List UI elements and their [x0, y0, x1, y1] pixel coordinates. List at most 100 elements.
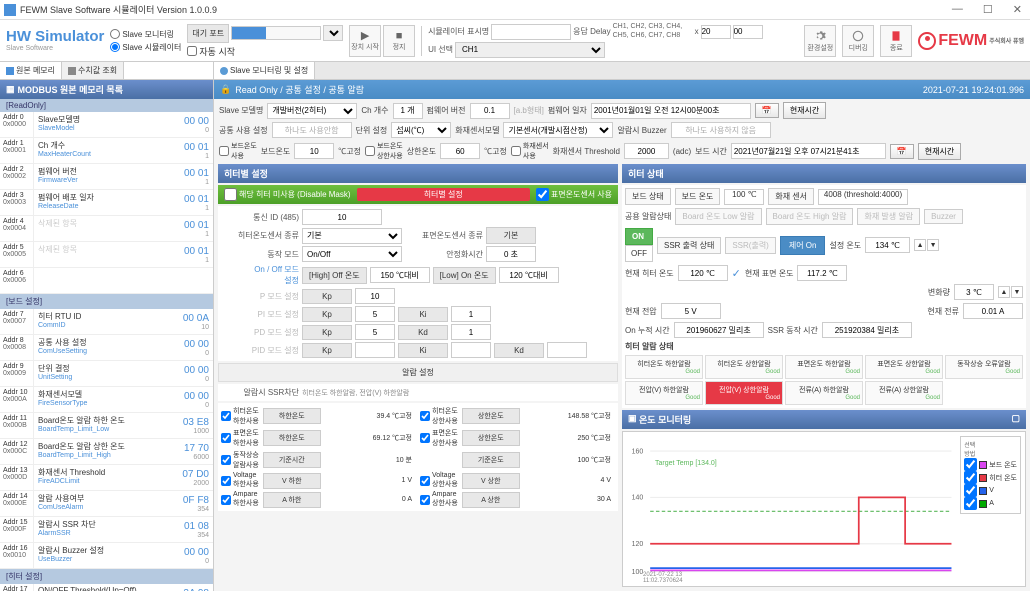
maximize-icon[interactable]: ☐ — [979, 3, 997, 16]
heater-sensor-select[interactable]: 기본 — [302, 228, 402, 244]
addr-row[interactable]: Addr 50x0005 삭제된 항목 00 011 — [0, 242, 213, 268]
surf-temp — [797, 265, 847, 281]
up-icon[interactable]: ▲ — [914, 239, 926, 251]
board-time[interactable] — [731, 143, 886, 159]
legend-heater-check[interactable] — [964, 471, 977, 484]
tab-slave-monitor[interactable]: Slave 모니터링 및 설정 — [214, 62, 315, 79]
port-select[interactable] — [323, 25, 343, 41]
low-on[interactable] — [499, 267, 559, 283]
alarm-check[interactable]: 표면온도 하한사용 — [221, 428, 259, 448]
x-spinner[interactable] — [701, 25, 731, 39]
alarm-check[interactable]: 표면온도 상한사용 — [420, 428, 458, 448]
buzzer-setting[interactable] — [671, 122, 771, 138]
autostart-check[interactable]: 자동 시작 — [187, 45, 343, 58]
mode-select[interactable]: On/Off — [302, 246, 402, 262]
addr-row[interactable]: Addr 30x0003 펌웨어 배포 일자ReleaseDate 00 011 — [0, 190, 213, 216]
ch-count[interactable] — [393, 103, 423, 119]
legend-board-check[interactable] — [964, 458, 977, 471]
addr-row[interactable]: Addr 70x0007 히터 RTU IDCommID 00 0A10 — [0, 309, 213, 335]
on-accum — [674, 322, 764, 338]
pid-ki[interactable] — [451, 342, 491, 358]
legend-v-check[interactable] — [964, 484, 977, 497]
alarm-check[interactable]: Ampare 상한사용 — [420, 491, 458, 508]
on-button[interactable]: ON — [625, 228, 653, 245]
fw-date[interactable] — [591, 103, 751, 119]
calendar2-button[interactable]: 📅 — [890, 144, 914, 159]
addr-row[interactable]: Addr 40x0004 삭제된 항목 00 011 — [0, 216, 213, 242]
pid-kd[interactable] — [547, 342, 587, 358]
tab-values[interactable]: 수치값 조회 — [62, 62, 124, 79]
comm-id[interactable] — [302, 209, 382, 225]
board-state-tab[interactable]: 보드 상태 — [625, 188, 671, 205]
alarm-check[interactable]: Voltage 하한사용 — [221, 472, 259, 489]
bdtemp-low[interactable] — [294, 143, 334, 159]
disable-mask-check[interactable]: 해당 히터 미사용 (Disable Mask) — [224, 188, 351, 201]
radio-sim[interactable]: Slave 시뮬레이터 — [110, 42, 181, 53]
pd-kd[interactable] — [451, 324, 491, 340]
addr-row[interactable]: Addr 150x000F 알람시 SSR 차단AlarmSSR 01 0835… — [0, 517, 213, 543]
control-on[interactable]: 제어 On — [780, 236, 826, 255]
addr-row[interactable]: Addr 100x000A 화재센서모델FireSensorType 00 00… — [0, 387, 213, 413]
eq-spinner[interactable] — [733, 25, 763, 39]
pid-kp[interactable] — [355, 342, 395, 358]
tab-memory[interactable]: 원본 메모리 — [0, 62, 62, 79]
ui-select[interactable]: CH1 — [455, 42, 605, 58]
ssr-time — [822, 322, 912, 338]
addr-row[interactable]: Addr 10x0001 Ch 개수MaxHeaterCount 00 011 — [0, 138, 213, 164]
alarm-check[interactable]: 동작상승 알람사용 — [221, 450, 259, 470]
alarm-check[interactable]: 히터온도 상한사용 — [420, 406, 458, 426]
high-off[interactable] — [370, 267, 430, 283]
slave-model-select[interactable]: 개발버전(2히터) — [267, 103, 357, 119]
alarm-check[interactable]: Ampare 하한사용 — [221, 491, 259, 508]
debug-button[interactable]: 디버깅 — [842, 25, 874, 57]
addr-row[interactable]: Addr 00x0000 Slave모델명SlaveModel 00 000 — [0, 112, 213, 138]
now-button[interactable]: 현재시간 — [783, 102, 826, 119]
pi-ki[interactable] — [451, 306, 491, 322]
addr-row[interactable]: Addr 90x0009 단위 결정UnitSetting 00 000 — [0, 361, 213, 387]
pi-kp[interactable] — [355, 306, 395, 322]
use-setting[interactable] — [272, 122, 352, 138]
expand-icon[interactable]: ▢ — [1011, 413, 1020, 426]
p-kp[interactable] — [355, 288, 395, 304]
set-temp[interactable] — [865, 237, 910, 253]
now2-button[interactable]: 현재시간 — [918, 143, 961, 160]
addr-row[interactable]: Addr 60x0006 — [0, 268, 213, 294]
alarm-check[interactable]: 히터온도 하한사용 — [221, 406, 259, 426]
addr-row[interactable]: Addr 140x000E 알람 사용여부ComUseAlarm 0F F835… — [0, 491, 213, 517]
calendar-button[interactable]: 📅 — [755, 103, 779, 118]
minimize-icon[interactable]: — — [948, 3, 967, 16]
fire-threshold[interactable] — [624, 143, 669, 159]
radio-monitor[interactable]: Slave 모니터링 — [110, 29, 181, 40]
down2-icon[interactable]: ▼ — [1011, 286, 1023, 298]
off-button[interactable]: OFF — [625, 245, 653, 262]
addr-row[interactable]: Addr 170x0011 ON/OFF Threshold(Up=Off)H_… — [0, 584, 213, 591]
app-sub: Slave Software — [6, 45, 104, 52]
stable-time[interactable] — [486, 246, 536, 262]
addr-row[interactable]: Addr 120x000C Board온도 알람 상한 온도BoardTemp_… — [0, 439, 213, 465]
close-icon[interactable]: ✕ — [1009, 3, 1026, 16]
display-name-input[interactable] — [491, 24, 571, 40]
fire-select[interactable]: 기본센서(개발시점산정) — [503, 122, 613, 138]
fire-check[interactable]: 화재센서 사용 — [511, 141, 549, 161]
alarm-check[interactable]: Voltage 상한사용 — [420, 472, 458, 489]
cur-temp — [678, 265, 728, 281]
fw-ver[interactable] — [470, 103, 510, 119]
bdtop-check[interactable]: 보드온도 상한사용 — [365, 141, 403, 161]
addr-row[interactable]: Addr 110x000B Board온도 알람 하한 온도BoardTemp_… — [0, 413, 213, 439]
bdtemp-check[interactable]: 보드온도 사용 — [219, 141, 257, 161]
exit-button[interactable]: 종료 — [880, 25, 912, 57]
unit-select[interactable]: 섭씨(℃) — [391, 122, 451, 138]
start-button[interactable]: ▶장치 시작 — [349, 25, 381, 57]
addr-row[interactable]: Addr 160x0010 알람시 Buzzer 설정UseBuzzer 00 … — [0, 543, 213, 569]
legend-a-check[interactable] — [964, 497, 977, 510]
pd-kp[interactable] — [355, 324, 395, 340]
down-icon[interactable]: ▼ — [927, 239, 939, 251]
addr-row[interactable]: Addr 130x000D 화재센서 ThresholdFireADCLimit… — [0, 465, 213, 491]
up2-icon[interactable]: ▲ — [998, 286, 1010, 298]
stop-button[interactable]: ■정지 — [383, 25, 415, 57]
addr-row[interactable]: Addr 80x0008 공통 사용 설정ComUseSetting 00 00… — [0, 335, 213, 361]
addr-row[interactable]: Addr 20x0002 펌웨어 버전FirmwareVer 00 011 — [0, 164, 213, 190]
env-settings-button[interactable]: 환경설정 — [804, 25, 836, 57]
room-temp[interactable] — [440, 143, 480, 159]
surface-sensor-check[interactable]: 표면온도센서 사용 — [536, 188, 612, 201]
